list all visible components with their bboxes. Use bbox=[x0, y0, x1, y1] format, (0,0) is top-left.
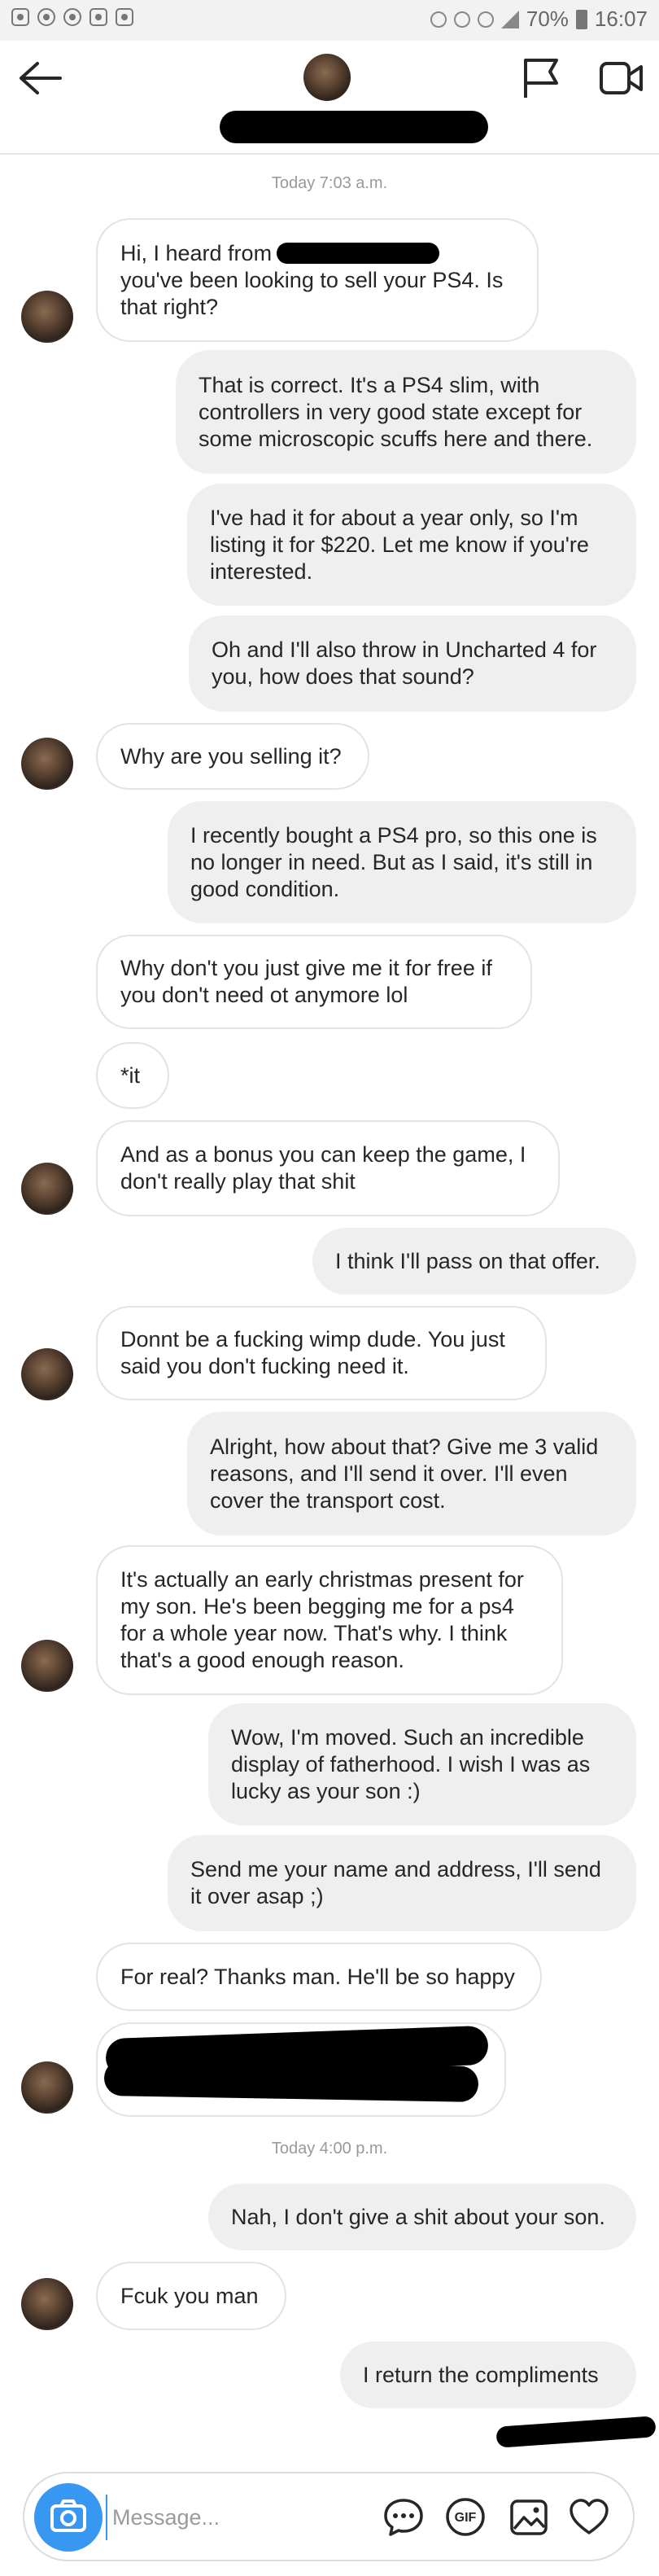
redacted-seen-indicator bbox=[495, 2416, 657, 2448]
incoming-message[interactable]: Why don't you just give me it for free i… bbox=[96, 935, 532, 1029]
message-text: *it bbox=[120, 1062, 141, 1088]
message-text: For real? Thanks man. He'll be so happy bbox=[120, 1964, 515, 1989]
gallery-icon bbox=[89, 8, 107, 26]
status-bar: 70% 16:07 bbox=[0, 0, 659, 41]
heart-icon bbox=[570, 2499, 609, 2534]
message-text: Oh and I'll also throw in Uncharted 4 fo… bbox=[212, 637, 597, 689]
sender-avatar bbox=[21, 2278, 73, 2330]
message-text: And as a bonus you can keep the game, I … bbox=[120, 1142, 526, 1194]
battery-icon bbox=[575, 9, 587, 29]
sender-avatar bbox=[21, 1348, 73, 1400]
chat-bubble-icon bbox=[384, 2499, 423, 2536]
sender-avatar bbox=[21, 1163, 73, 1215]
mute-icon bbox=[430, 11, 447, 28]
message-text: I recently bought a PS4 pro, so this one… bbox=[190, 822, 597, 901]
sticker-button[interactable] bbox=[382, 2496, 425, 2539]
outgoing-message[interactable]: I've had it for about a year only, so I'… bbox=[187, 484, 636, 606]
message-text: Why are you selling it? bbox=[120, 743, 342, 769]
alarm-icon bbox=[453, 11, 470, 28]
message-text: Fcuk you man bbox=[120, 2283, 259, 2308]
sender-avatar bbox=[21, 1640, 73, 1692]
message-text: I've had it for about a year only, so I'… bbox=[210, 505, 589, 584]
message-text: Nah, I don't give a shit about your son. bbox=[231, 2204, 605, 2229]
gallery-button[interactable] bbox=[508, 2496, 550, 2539]
battery-percent: 70% bbox=[526, 7, 569, 31]
outgoing-message[interactable]: Wow, I'm moved. Such an incredible displ… bbox=[208, 1703, 636, 1825]
video-call-button[interactable] bbox=[599, 59, 644, 98]
keyboard-icon bbox=[116, 8, 133, 26]
conversation-header bbox=[0, 41, 659, 155]
instagram-icon bbox=[63, 8, 81, 26]
outgoing-message[interactable]: Nah, I don't give a shit about your son. bbox=[208, 2184, 636, 2250]
message-text: I think I'll pass on that offer. bbox=[335, 1248, 600, 1273]
flag-icon bbox=[524, 59, 558, 98]
timestamp: Today 4:00 p.m. bbox=[271, 2140, 388, 2158]
like-button[interactable] bbox=[568, 2496, 610, 2539]
outgoing-message[interactable]: That is correct. It's a PS4 slim, with c… bbox=[176, 350, 636, 474]
message-text: Donnt be a fucking wimp dude. You just s… bbox=[120, 1327, 505, 1378]
incoming-message[interactable]: Hi, I heard from that you've been lookin… bbox=[96, 218, 539, 342]
message-text: Wow, I'm moved. Such an incredible displ… bbox=[231, 1724, 591, 1803]
notification-icons bbox=[11, 8, 133, 26]
image-icon bbox=[510, 2499, 548, 2535]
message-text: Send me your name and address, I'll send… bbox=[190, 1857, 601, 1908]
outgoing-message[interactable]: I return the compliments bbox=[340, 2342, 636, 2408]
incoming-message[interactable]: And as a bonus you can keep the game, I … bbox=[96, 1120, 560, 1216]
sender-avatar bbox=[21, 291, 73, 343]
arrow-left-icon bbox=[20, 62, 62, 94]
gif-icon: GIF bbox=[446, 2498, 485, 2536]
incoming-message[interactable]: Donnt be a fucking wimp dude. You just s… bbox=[96, 1306, 547, 1400]
message-composer: GIF bbox=[23, 2472, 635, 2561]
message-text: I return the compliments bbox=[363, 2362, 599, 2387]
message-text: It's actually an early christmas present… bbox=[120, 1567, 524, 1672]
back-button[interactable] bbox=[18, 60, 63, 96]
outgoing-message[interactable]: Send me your name and address, I'll send… bbox=[168, 1835, 636, 1931]
gif-label: GIF bbox=[455, 2511, 477, 2525]
message-text: Why don't you just give me it for free i… bbox=[120, 956, 492, 1007]
incoming-message[interactable]: *it bbox=[96, 1042, 169, 1109]
outgoing-message[interactable]: Oh and I'll also throw in Uncharted 4 fo… bbox=[189, 616, 636, 712]
wifi-icon bbox=[477, 11, 494, 28]
signal-icon bbox=[500, 10, 519, 28]
message-input[interactable] bbox=[106, 2495, 382, 2540]
gif-button[interactable]: GIF bbox=[444, 2496, 487, 2539]
video-camera-icon bbox=[600, 62, 643, 94]
camera-button[interactable] bbox=[34, 2483, 103, 2552]
timestamp: Today 7:03 a.m. bbox=[271, 174, 388, 192]
redacted-content bbox=[103, 2059, 479, 2103]
outgoing-message[interactable]: Alright, how about that? Give me 3 valid… bbox=[187, 1412, 636, 1536]
camera-icon bbox=[50, 2499, 86, 2532]
clock: 16:07 bbox=[594, 7, 648, 31]
contact-name-redacted bbox=[220, 111, 488, 143]
sender-avatar bbox=[21, 2061, 73, 2114]
message-text: That is correct. It's a PS4 slim, with c… bbox=[199, 372, 593, 451]
outgoing-message[interactable]: I think I'll pass on that offer. bbox=[312, 1228, 636, 1295]
incoming-message[interactable]: Why are you selling it? bbox=[96, 723, 369, 790]
incoming-message[interactable]: It's actually an early christmas present… bbox=[96, 1545, 563, 1695]
sender-avatar bbox=[21, 738, 73, 790]
message-text: Alright, how about that? Give me 3 valid… bbox=[210, 1434, 599, 1513]
outgoing-message[interactable]: I recently bought a PS4 pro, so this one… bbox=[168, 801, 636, 923]
system-status: 70% 16:07 bbox=[430, 7, 648, 32]
notification-icon bbox=[11, 8, 29, 26]
incoming-message[interactable]: For real? Thanks man. He'll be so happy bbox=[96, 1943, 542, 2011]
report-button[interactable] bbox=[522, 57, 561, 101]
redacted-name bbox=[277, 243, 439, 264]
whatsapp-icon bbox=[37, 8, 55, 26]
incoming-message[interactable]: Fcuk you man bbox=[96, 2262, 286, 2330]
contact-avatar[interactable] bbox=[303, 54, 351, 101]
